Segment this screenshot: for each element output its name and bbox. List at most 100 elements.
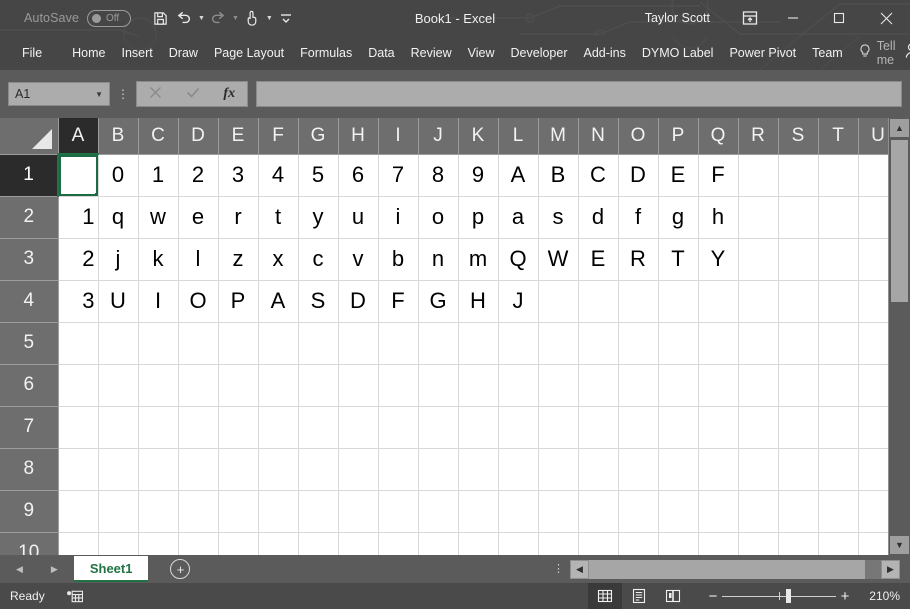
- cell-M3[interactable]: W: [538, 238, 579, 281]
- cell-S2[interactable]: [778, 196, 819, 239]
- cell-E3[interactable]: z: [218, 238, 259, 281]
- page-break-preview-button[interactable]: [656, 583, 690, 609]
- cell-E6[interactable]: [218, 364, 259, 407]
- previous-sheet-icon[interactable]: ◀: [16, 564, 23, 575]
- vertical-scroll-thumb[interactable]: [891, 140, 908, 302]
- cell-D1[interactable]: 2: [178, 154, 219, 197]
- cell-G8[interactable]: [298, 448, 339, 491]
- scroll-down-button[interactable]: ▼: [890, 536, 909, 554]
- cell-C5[interactable]: [138, 322, 179, 365]
- cell-T4[interactable]: [818, 280, 859, 323]
- formula-bar-grip[interactable]: ⋮: [110, 88, 136, 100]
- cell-S6[interactable]: [778, 364, 819, 407]
- cell-B3[interactable]: j: [98, 238, 139, 281]
- tab-view[interactable]: View: [460, 36, 503, 70]
- cell-C4[interactable]: I: [138, 280, 179, 323]
- cell-G9[interactable]: [298, 490, 339, 533]
- cell-M6[interactable]: [538, 364, 579, 407]
- cell-B8[interactable]: [98, 448, 139, 491]
- cell-N4[interactable]: [578, 280, 619, 323]
- vertical-scrollbar[interactable]: ▲ ▼: [888, 118, 910, 555]
- cell-T9[interactable]: [818, 490, 859, 533]
- column-header-C[interactable]: C: [138, 118, 179, 155]
- cell-K2[interactable]: p: [458, 196, 499, 239]
- cell-O2[interactable]: f: [618, 196, 659, 239]
- cell-L1[interactable]: A: [498, 154, 539, 197]
- cell-H4[interactable]: D: [338, 280, 379, 323]
- column-header-G[interactable]: G: [298, 118, 339, 155]
- cell-T6[interactable]: [818, 364, 859, 407]
- cell-G6[interactable]: [298, 364, 339, 407]
- cell-K1[interactable]: 9: [458, 154, 499, 197]
- cell-B5[interactable]: [98, 322, 139, 365]
- cell-D3[interactable]: l: [178, 238, 219, 281]
- cell-D9[interactable]: [178, 490, 219, 533]
- cell-S5[interactable]: [778, 322, 819, 365]
- tab-power-pivot[interactable]: Power Pivot: [721, 36, 804, 70]
- confirm-entry-icon[interactable]: [186, 86, 200, 102]
- cell-R5[interactable]: [738, 322, 779, 365]
- zoom-in-button[interactable]: +: [836, 588, 854, 605]
- column-header-B[interactable]: B: [98, 118, 139, 155]
- cell-T2[interactable]: [818, 196, 859, 239]
- cell-N5[interactable]: [578, 322, 619, 365]
- zoom-level-label[interactable]: 210%: [854, 589, 910, 603]
- row-header-3[interactable]: 3: [0, 238, 59, 281]
- cell-H6[interactable]: [338, 364, 379, 407]
- cell-C6[interactable]: [138, 364, 179, 407]
- cell-K3[interactable]: m: [458, 238, 499, 281]
- cell-H1[interactable]: 6: [338, 154, 379, 197]
- column-header-L[interactable]: L: [498, 118, 539, 155]
- cell-J3[interactable]: n: [418, 238, 459, 281]
- account-name[interactable]: Taylor Scott: [645, 11, 710, 25]
- cell-D2[interactable]: e: [178, 196, 219, 239]
- tab-team[interactable]: Team: [804, 36, 851, 70]
- cell-B1[interactable]: 0: [98, 154, 139, 197]
- cell-M8[interactable]: [538, 448, 579, 491]
- cell-K4[interactable]: H: [458, 280, 499, 323]
- cell-L9[interactable]: [498, 490, 539, 533]
- cell-G5[interactable]: [298, 322, 339, 365]
- row-header-6[interactable]: 6: [0, 364, 59, 407]
- customize-quick-access-icon[interactable]: [275, 5, 297, 31]
- cell-F5[interactable]: [258, 322, 299, 365]
- save-icon[interactable]: [149, 5, 171, 31]
- cell-Q5[interactable]: [698, 322, 739, 365]
- cell-L4[interactable]: J: [498, 280, 539, 323]
- cell-E2[interactable]: r: [218, 196, 259, 239]
- tab-dymo-label[interactable]: DYMO Label: [634, 36, 722, 70]
- touch-mode-dropdown-icon[interactable]: ▼: [266, 15, 273, 22]
- scroll-up-button[interactable]: ▲: [890, 119, 909, 137]
- cell-L7[interactable]: [498, 406, 539, 449]
- row-header-7[interactable]: 7: [0, 406, 59, 449]
- cell-S3[interactable]: [778, 238, 819, 281]
- cell-I3[interactable]: b: [378, 238, 419, 281]
- cell-M7[interactable]: [538, 406, 579, 449]
- cell-I7[interactable]: [378, 406, 419, 449]
- cell-Q7[interactable]: [698, 406, 739, 449]
- cell-N8[interactable]: [578, 448, 619, 491]
- cell-I6[interactable]: [378, 364, 419, 407]
- cell-J6[interactable]: [418, 364, 459, 407]
- cell-I9[interactable]: [378, 490, 419, 533]
- tab-developer[interactable]: Developer: [503, 36, 576, 70]
- select-all-corner[interactable]: [0, 118, 59, 155]
- cell-D4[interactable]: O: [178, 280, 219, 323]
- cell-K8[interactable]: [458, 448, 499, 491]
- cell-E5[interactable]: [218, 322, 259, 365]
- cell-T7[interactable]: [818, 406, 859, 449]
- cell-M9[interactable]: [538, 490, 579, 533]
- tab-data[interactable]: Data: [360, 36, 402, 70]
- tab-add-ins[interactable]: Add-ins: [576, 36, 634, 70]
- cell-N1[interactable]: C: [578, 154, 619, 197]
- page-layout-view-button[interactable]: [622, 583, 656, 609]
- undo-icon[interactable]: [173, 5, 195, 31]
- cell-B4[interactable]: U: [98, 280, 139, 323]
- sheet-tab-sheet1[interactable]: Sheet1: [73, 556, 149, 582]
- row-header-9[interactable]: 9: [0, 490, 59, 533]
- row-header-8[interactable]: 8: [0, 448, 59, 491]
- cell-Q1[interactable]: F: [698, 154, 739, 197]
- cell-I8[interactable]: [378, 448, 419, 491]
- cell-G1[interactable]: 5: [298, 154, 339, 197]
- cell-F2[interactable]: t: [258, 196, 299, 239]
